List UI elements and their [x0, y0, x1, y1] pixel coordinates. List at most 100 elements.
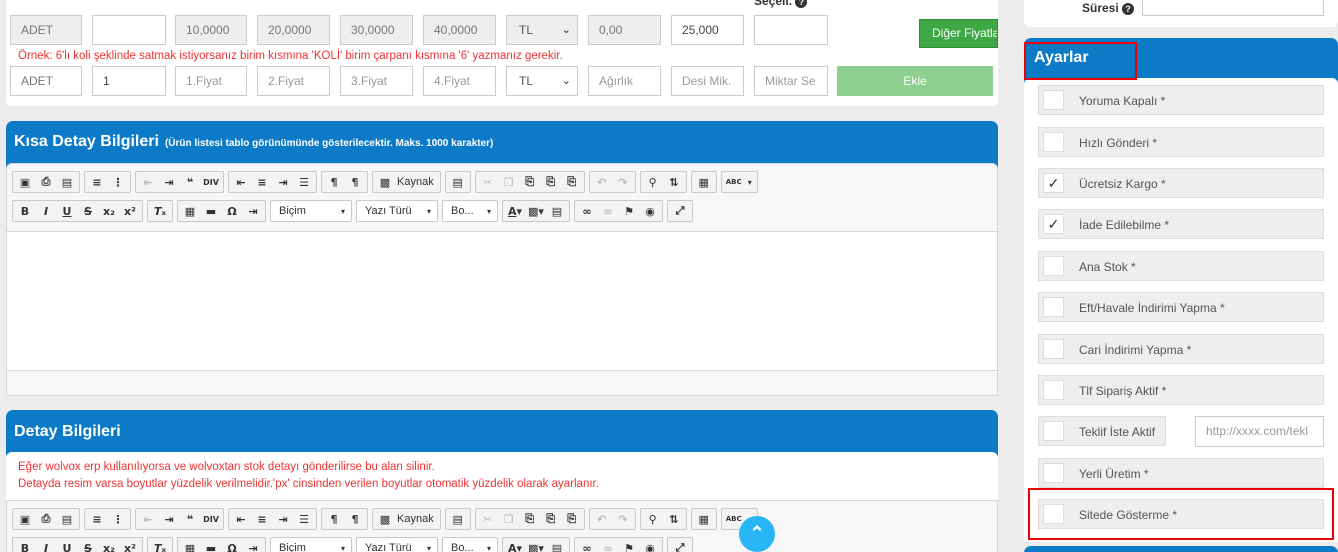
copy-icon[interactable]: ❐	[500, 173, 518, 191]
anchor-icon[interactable]: ⚑	[620, 202, 638, 220]
align-center-icon[interactable]: ≡	[253, 173, 271, 191]
paste-icon[interactable]: ⎘	[521, 510, 539, 528]
page-break-icon[interactable]: ⇥	[244, 539, 262, 552]
indent-icon[interactable]: ⇥	[160, 510, 178, 528]
superscript-icon[interactable]: x²	[121, 539, 139, 552]
subscript-icon[interactable]: x₂	[100, 539, 118, 552]
numbered-list-icon[interactable]: ≡	[88, 510, 106, 528]
table-icon[interactable]: ▦	[181, 202, 199, 220]
price2-input[interactable]: 20,0000	[257, 15, 330, 45]
setting-checkbox[interactable]: ✓	[1043, 214, 1064, 234]
font-combo[interactable]: Yazı Türü ▾	[356, 537, 438, 552]
underline-icon[interactable]: U	[58, 202, 76, 220]
source-icon[interactable]: ▩	[376, 173, 394, 191]
setting-checkbox[interactable]	[1043, 339, 1064, 359]
desi-input-new[interactable]: Desi Mik.	[671, 66, 744, 96]
add-button[interactable]: Ekle	[837, 66, 993, 96]
blockquote-icon[interactable]: ❝	[181, 510, 199, 528]
underline-icon[interactable]: U	[58, 539, 76, 552]
align-right-icon[interactable]: ⇥	[274, 510, 292, 528]
strike-icon[interactable]: S	[79, 539, 97, 552]
select-all-icon[interactable]: ▦	[695, 510, 713, 528]
horizontal-rule-icon[interactable]: ▬	[202, 202, 220, 220]
find-icon[interactable]: ⚲	[644, 510, 662, 528]
blockquote-icon[interactable]: ❝	[181, 173, 199, 191]
align-justify-icon[interactable]: ☰	[295, 510, 313, 528]
italic-icon[interactable]: I	[37, 202, 55, 220]
horizontal-rule-icon[interactable]: ▬	[202, 539, 220, 552]
paste-word-icon[interactable]: ⎘	[563, 173, 581, 191]
unit-input-new[interactable]: ADET	[10, 66, 82, 96]
price1-input[interactable]: 10,0000	[175, 15, 247, 45]
setting-checkbox[interactable]: ✓	[1043, 173, 1064, 193]
unlink-icon[interactable]: ∞	[599, 539, 617, 552]
format-combo[interactable]: Biçim ▾	[270, 200, 352, 222]
bulleted-list-icon[interactable]: ⋮	[109, 173, 127, 191]
maximize-icon[interactable]: ⤢	[671, 539, 689, 552]
remove-format-icon[interactable]: Tₓ	[151, 202, 169, 220]
ltr-icon[interactable]: ¶	[325, 173, 343, 191]
numbered-list-icon[interactable]: ≡	[88, 173, 106, 191]
text-color-icon[interactable]: A ▾	[506, 539, 524, 552]
price3-input-new[interactable]: 3.Fiyat	[340, 66, 413, 96]
align-justify-icon[interactable]: ☰	[295, 173, 313, 191]
link-icon[interactable]: ∞	[578, 202, 596, 220]
rtl-icon[interactable]: ¶	[346, 510, 364, 528]
desi-input[interactable]: 25,000	[671, 15, 744, 45]
spellcheck-icon[interactable]: ABC	[725, 173, 743, 191]
paste-word-icon[interactable]: ⎘	[563, 510, 581, 528]
setting-checkbox[interactable]	[1043, 256, 1064, 276]
format-combo[interactable]: Biçim ▾	[270, 537, 352, 552]
templates-icon[interactable]: ▤	[58, 510, 76, 528]
image-icon[interactable]: ▤	[548, 202, 566, 220]
bold-icon[interactable]: B	[16, 202, 34, 220]
price4-input[interactable]: 40,0000	[423, 15, 496, 45]
price2-input-new[interactable]: 2.Fiyat	[257, 66, 330, 96]
templates-icon[interactable]: ▤	[58, 173, 76, 191]
align-right-icon[interactable]: ⇥	[274, 173, 292, 191]
weight-input-new[interactable]: Ağırlık	[588, 66, 661, 96]
align-left-icon[interactable]: ⇤	[232, 510, 250, 528]
teklif-url-input[interactable]: http://xxxx.com/tekl	[1195, 416, 1324, 447]
replace-icon[interactable]: ⇅	[665, 173, 683, 191]
currency-select[interactable]: TL ⌄	[506, 15, 578, 45]
unit-input[interactable]: ADET	[10, 15, 82, 45]
rtl-icon[interactable]: ¶	[346, 173, 364, 191]
bold-icon[interactable]: B	[16, 539, 34, 552]
copy-icon[interactable]: ❐	[500, 510, 518, 528]
paste-text-icon[interactable]: ⎘	[542, 173, 560, 191]
setting-checkbox[interactable]	[1043, 90, 1064, 110]
table-icon[interactable]: ▦	[181, 539, 199, 552]
preview-icon[interactable]: ▣	[16, 510, 34, 528]
special-char-icon[interactable]: Ω	[223, 539, 241, 552]
div-icon[interactable]: DIV	[202, 510, 220, 528]
setting-checkbox[interactable]	[1043, 463, 1064, 483]
replace-icon[interactable]: ⇅	[665, 510, 683, 528]
superscript-icon[interactable]: x²	[121, 202, 139, 220]
price4-input-new[interactable]: 4.Fiyat	[423, 66, 496, 96]
remove-format-icon[interactable]: Tₓ	[151, 539, 169, 552]
redo-icon[interactable]: ↷	[614, 173, 632, 191]
source-icon[interactable]: ▩	[376, 510, 394, 528]
undo-icon[interactable]: ↶	[593, 510, 611, 528]
save-icon[interactable]: ▤	[449, 510, 467, 528]
other-prices-button[interactable]: Diğer Fiyatla	[919, 19, 998, 48]
scroll-to-top-button[interactable]: ⌃	[739, 516, 775, 552]
redo-icon[interactable]: ↷	[614, 510, 632, 528]
indent-icon[interactable]: ⇥	[160, 173, 178, 191]
div-icon[interactable]: DIV	[202, 173, 220, 191]
quantity-input[interactable]	[754, 15, 828, 45]
image-icon[interactable]: ▤	[548, 539, 566, 552]
duration-input[interactable]	[1142, 0, 1324, 16]
maximize-icon[interactable]: ⤢	[671, 202, 689, 220]
weight-input[interactable]: 0,00	[588, 15, 661, 45]
multiplier-input-new[interactable]: 1	[92, 66, 166, 96]
quantity-input-new[interactable]: Miktar Se	[754, 66, 828, 96]
source-button-label[interactable]: Kaynak	[397, 513, 437, 525]
setting-checkbox[interactable]	[1043, 421, 1064, 441]
page-break-icon[interactable]: ⇥	[244, 202, 262, 220]
save-icon[interactable]: ▤	[449, 173, 467, 191]
outdent-icon[interactable]: ⇤	[139, 173, 157, 191]
ltr-icon[interactable]: ¶	[325, 510, 343, 528]
size-combo[interactable]: Bo... ▾	[442, 200, 498, 222]
